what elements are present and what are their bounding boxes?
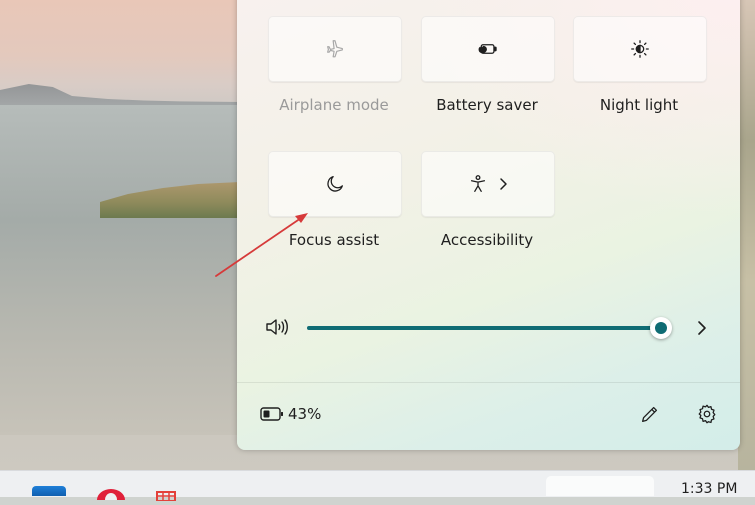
- airplane-mode-toggle[interactable]: [268, 16, 402, 82]
- taskbar-clock[interactable]: 1:33 PM: [681, 481, 737, 497]
- battery-percentage[interactable]: 43%: [288, 405, 321, 423]
- accessibility-icon: [467, 173, 489, 195]
- battery-saver-toggle[interactable]: [421, 16, 555, 82]
- speaker-icon[interactable]: [264, 316, 290, 338]
- airplane-icon: [324, 38, 346, 60]
- chevron-right-icon[interactable]: [694, 318, 710, 338]
- taskbar-system-tray[interactable]: [546, 476, 654, 496]
- volume-thumb-dot: [655, 322, 667, 334]
- footer-divider: [237, 382, 740, 383]
- taskbar-grid-app[interactable]: [155, 486, 177, 502]
- battery-icon[interactable]: [260, 406, 284, 422]
- taskbar-store-app[interactable]: [32, 486, 66, 496]
- moon-icon: [324, 173, 346, 195]
- night-light-icon: [629, 38, 651, 60]
- wallpaper-lake: [0, 105, 240, 435]
- volume-slider-thumb[interactable]: [650, 317, 672, 339]
- night-light-label: Night light: [599, 96, 679, 114]
- accessibility-label: Accessibility: [440, 231, 534, 249]
- wallpaper-edge: [738, 0, 755, 470]
- night-light-toggle[interactable]: [573, 16, 707, 82]
- airplane-mode-label: Airplane mode: [279, 96, 389, 114]
- annotation-arrow: [215, 213, 308, 277]
- accessibility-button[interactable]: [421, 151, 555, 217]
- chevron-right-icon: [497, 173, 509, 195]
- volume-slider-track[interactable]: [307, 326, 662, 330]
- taskbar-opera-app[interactable]: [95, 485, 127, 500]
- pencil-icon[interactable]: [639, 403, 661, 425]
- wallpaper-mountains: [0, 84, 240, 108]
- volume-slider-fill: [307, 326, 662, 330]
- gear-icon[interactable]: [696, 403, 718, 425]
- battery-saver-icon: [477, 38, 499, 60]
- battery-saver-label: Battery saver: [436, 96, 538, 114]
